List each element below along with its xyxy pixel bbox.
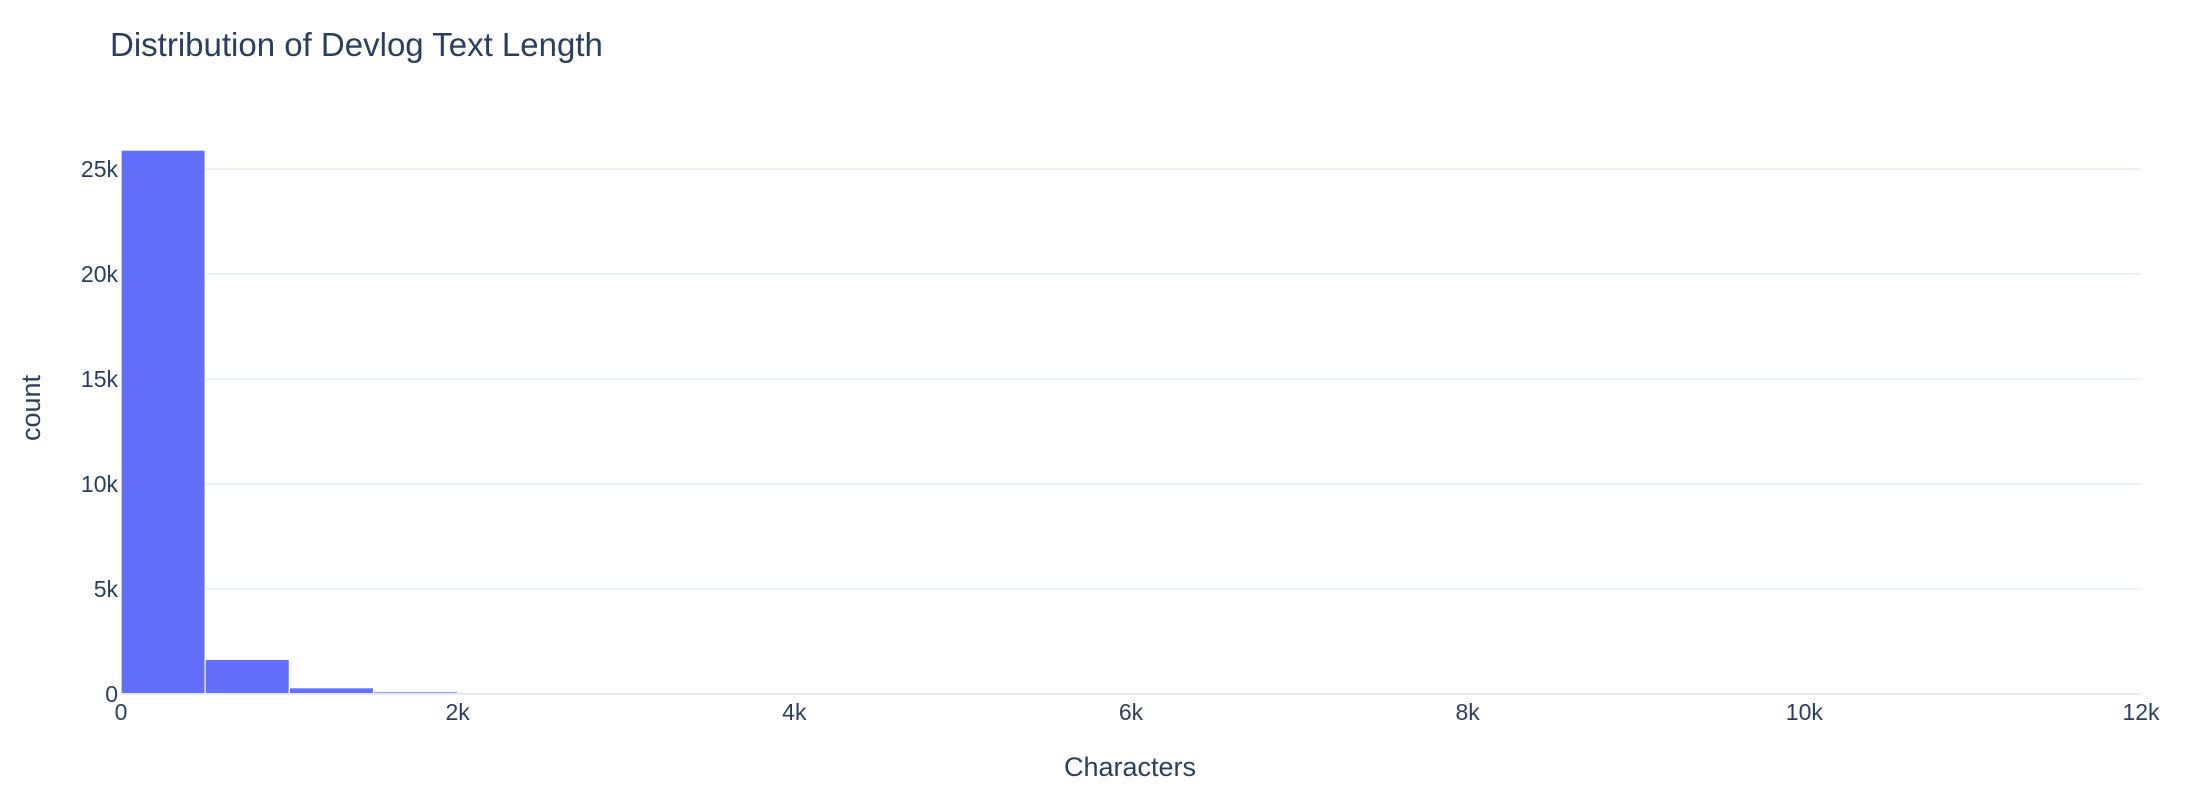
chart-title: Distribution of Devlog Text Length: [110, 26, 603, 63]
y-tick-label: 25k: [81, 156, 119, 182]
histogram-bar: [120, 149, 206, 695]
x-tick-label: 8k: [1456, 699, 1481, 725]
y-tick-label: 10k: [81, 471, 119, 497]
x-axis-title: Characters: [1064, 752, 1196, 782]
plot-area: 05k10k15k20k25k0 2k 4k 6k 8k 10k 12k Character…: [16, 149, 2160, 782]
x-tick-label: 4k: [782, 699, 807, 725]
y-tick-label: 5k: [94, 576, 119, 602]
y-tick-label: 15k: [81, 366, 119, 392]
x-tick-label: 0: [115, 699, 128, 725]
x-tick-label: 12k: [2122, 699, 2160, 725]
bars: [120, 149, 2142, 695]
histogram-bar: [204, 658, 290, 695]
x-tick-label: 2k: [446, 699, 471, 725]
histogram-chart: Distribution of Devlog Text Length 0 5k 10…: [0, 0, 2200, 800]
axes: 05k10k15k20k25k0 2k 4k 6k 8k 10k 12k: [81, 156, 2160, 725]
y-axis-title: count: [16, 374, 46, 441]
grid-lines: [121, 168, 2141, 590]
y-tick-label: 20k: [81, 261, 119, 287]
x-tick-label: 6k: [1119, 699, 1144, 725]
x-tick-label: 10k: [1786, 699, 1824, 725]
